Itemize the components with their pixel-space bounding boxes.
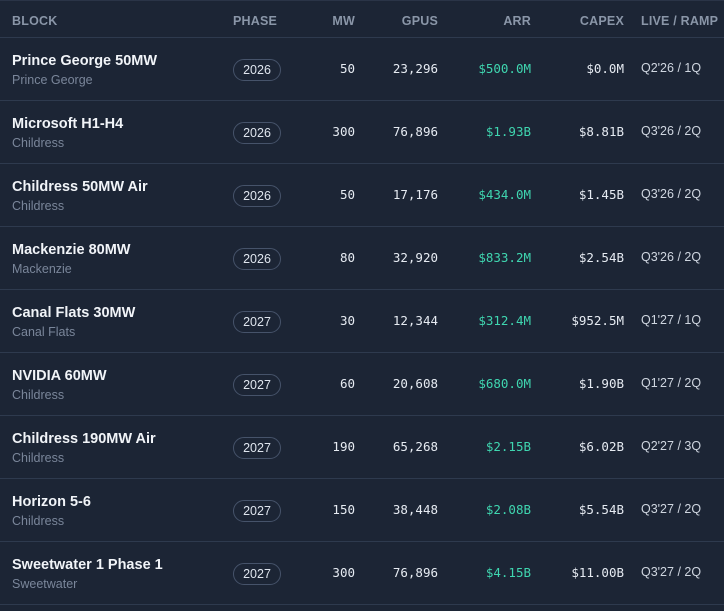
mw-value: 50 bbox=[339, 61, 355, 76]
column-header-arr[interactable]: ARR bbox=[503, 14, 531, 28]
phase-badge: 2026 bbox=[233, 122, 281, 144]
live-ramp-value: Q3'26 / 2Q bbox=[641, 250, 702, 264]
mw-value: 190 bbox=[332, 439, 355, 454]
gpus-value: 20,608 bbox=[392, 376, 438, 391]
phase-badge: 2027 bbox=[233, 563, 281, 585]
table-row[interactable]: Sweetwater 1 Phase 1 Sweetwater 2027 300… bbox=[0, 542, 724, 605]
block-location: Childress bbox=[12, 136, 65, 150]
arr-value: $2.15B bbox=[485, 439, 531, 454]
capex-value: $952.5M bbox=[571, 313, 624, 328]
mw-value: 300 bbox=[332, 565, 355, 580]
arr-value: $434.0M bbox=[478, 187, 531, 202]
arr-value: $500.0M bbox=[478, 61, 531, 76]
gpus-value: 76,896 bbox=[392, 565, 438, 580]
live-ramp-value: Q2'26 / 1Q bbox=[641, 61, 702, 75]
table-row[interactable]: NVIDIA 60MW Childress 2027 60 20,608 $68… bbox=[0, 353, 724, 416]
block-name: NVIDIA 60MW bbox=[12, 368, 107, 384]
block-name: Microsoft H1-H4 bbox=[12, 116, 124, 132]
phase-badge: 2026 bbox=[233, 185, 281, 207]
live-ramp-value: Q2'27 / 3Q bbox=[641, 439, 702, 453]
capex-value: $1.90B bbox=[578, 376, 624, 391]
live-ramp-value: Q3'26 / 2Q bbox=[641, 124, 702, 138]
live-ramp-value: Q1'27 / 2Q bbox=[641, 376, 702, 390]
mw-value: 30 bbox=[339, 313, 355, 328]
table-header: BLOCK PHASE MW GPUS ARR CAPEX LIVE / RAM… bbox=[0, 0, 724, 38]
phase-badge: 2027 bbox=[233, 311, 281, 333]
live-ramp-value: Q1'27 / 1Q bbox=[641, 313, 702, 327]
table-row[interactable]: Mackenzie 80MW Mackenzie 2026 80 32,920 … bbox=[0, 227, 724, 290]
table-row[interactable]: Horizon 5-6 Childress 2027 150 38,448 $2… bbox=[0, 479, 724, 542]
arr-value: $4.15B bbox=[485, 565, 531, 580]
live-ramp-value: Q3'27 / 2Q bbox=[641, 565, 702, 579]
phase-badge: 2027 bbox=[233, 374, 281, 396]
gpus-value: 23,296 bbox=[392, 61, 438, 76]
gpus-value: 38,448 bbox=[392, 502, 438, 517]
gpus-value: 32,920 bbox=[392, 250, 438, 265]
mw-value: 150 bbox=[332, 502, 355, 517]
gpus-value: 12,344 bbox=[392, 313, 438, 328]
block-location: Sweetwater bbox=[12, 577, 78, 591]
block-name: Canal Flats 30MW bbox=[12, 305, 136, 321]
column-header-phase[interactable]: PHASE bbox=[233, 14, 277, 28]
phase-badge: 2027 bbox=[233, 500, 281, 522]
capex-value: $1.45B bbox=[578, 187, 624, 202]
block-location: Prince George bbox=[12, 73, 93, 87]
capex-value: $8.81B bbox=[578, 124, 624, 139]
table-row[interactable]: Microsoft H1-H4 Childress 2026 300 76,89… bbox=[0, 101, 724, 164]
block-location: Mackenzie bbox=[12, 262, 72, 276]
column-header-live-ramp[interactable]: LIVE / RAMP bbox=[641, 14, 718, 28]
block-location: Childress bbox=[12, 199, 65, 213]
gpus-value: 76,896 bbox=[392, 124, 438, 139]
table-row[interactable]: Canal Flats 30MW Canal Flats 2027 30 12,… bbox=[0, 290, 724, 353]
buildout-table: BLOCK PHASE MW GPUS ARR CAPEX LIVE / RAM… bbox=[0, 0, 724, 611]
mw-value: 50 bbox=[339, 187, 355, 202]
phase-badge: 2026 bbox=[233, 59, 281, 81]
capex-value: $11.00B bbox=[571, 565, 624, 580]
block-name: Prince George 50MW bbox=[12, 53, 158, 69]
capex-value: $2.54B bbox=[578, 250, 624, 265]
block-location: Childress bbox=[12, 514, 65, 528]
table-row[interactable]: Prince George 50MW Prince George 2026 50… bbox=[0, 38, 724, 101]
block-name: Childress 190MW Air bbox=[12, 431, 156, 447]
gpus-value: 17,176 bbox=[392, 187, 438, 202]
block-name: Horizon 5-6 bbox=[12, 494, 91, 510]
arr-value: $2.08B bbox=[485, 502, 531, 517]
arr-value: $833.2M bbox=[478, 250, 531, 265]
phase-badge: 2026 bbox=[233, 248, 281, 270]
column-header-block[interactable]: BLOCK bbox=[12, 14, 57, 28]
mw-value: 300 bbox=[332, 124, 355, 139]
mw-value: 80 bbox=[339, 250, 355, 265]
live-ramp-value: Q3'26 / 2Q bbox=[641, 187, 702, 201]
capex-value: $0.0M bbox=[586, 61, 624, 76]
capex-value: $6.02B bbox=[578, 439, 624, 454]
block-location: Childress bbox=[12, 451, 65, 465]
table-row[interactable]: Childress 50MW Air Childress 2026 50 17,… bbox=[0, 164, 724, 227]
column-header-capex[interactable]: CAPEX bbox=[580, 14, 624, 28]
arr-value: $680.0M bbox=[478, 376, 531, 391]
block-name: Mackenzie 80MW bbox=[12, 242, 131, 258]
table-row[interactable]: Childress 190MW Air Childress 2027 190 6… bbox=[0, 416, 724, 479]
table-body: Prince George 50MW Prince George 2026 50… bbox=[0, 38, 724, 605]
block-name: Childress 50MW Air bbox=[12, 179, 148, 195]
block-location: Childress bbox=[12, 388, 65, 402]
column-header-mw[interactable]: MW bbox=[332, 14, 355, 28]
mw-value: 60 bbox=[339, 376, 355, 391]
live-ramp-value: Q3'27 / 2Q bbox=[641, 502, 702, 516]
column-header-gpus[interactable]: GPUS bbox=[402, 14, 438, 28]
arr-value: $312.4M bbox=[478, 313, 531, 328]
arr-value: $1.93B bbox=[485, 124, 531, 139]
block-name: Sweetwater 1 Phase 1 bbox=[12, 557, 163, 573]
capex-value: $5.54B bbox=[578, 502, 624, 517]
block-location: Canal Flats bbox=[12, 325, 76, 339]
gpus-value: 65,268 bbox=[392, 439, 438, 454]
phase-badge: 2027 bbox=[233, 437, 281, 459]
